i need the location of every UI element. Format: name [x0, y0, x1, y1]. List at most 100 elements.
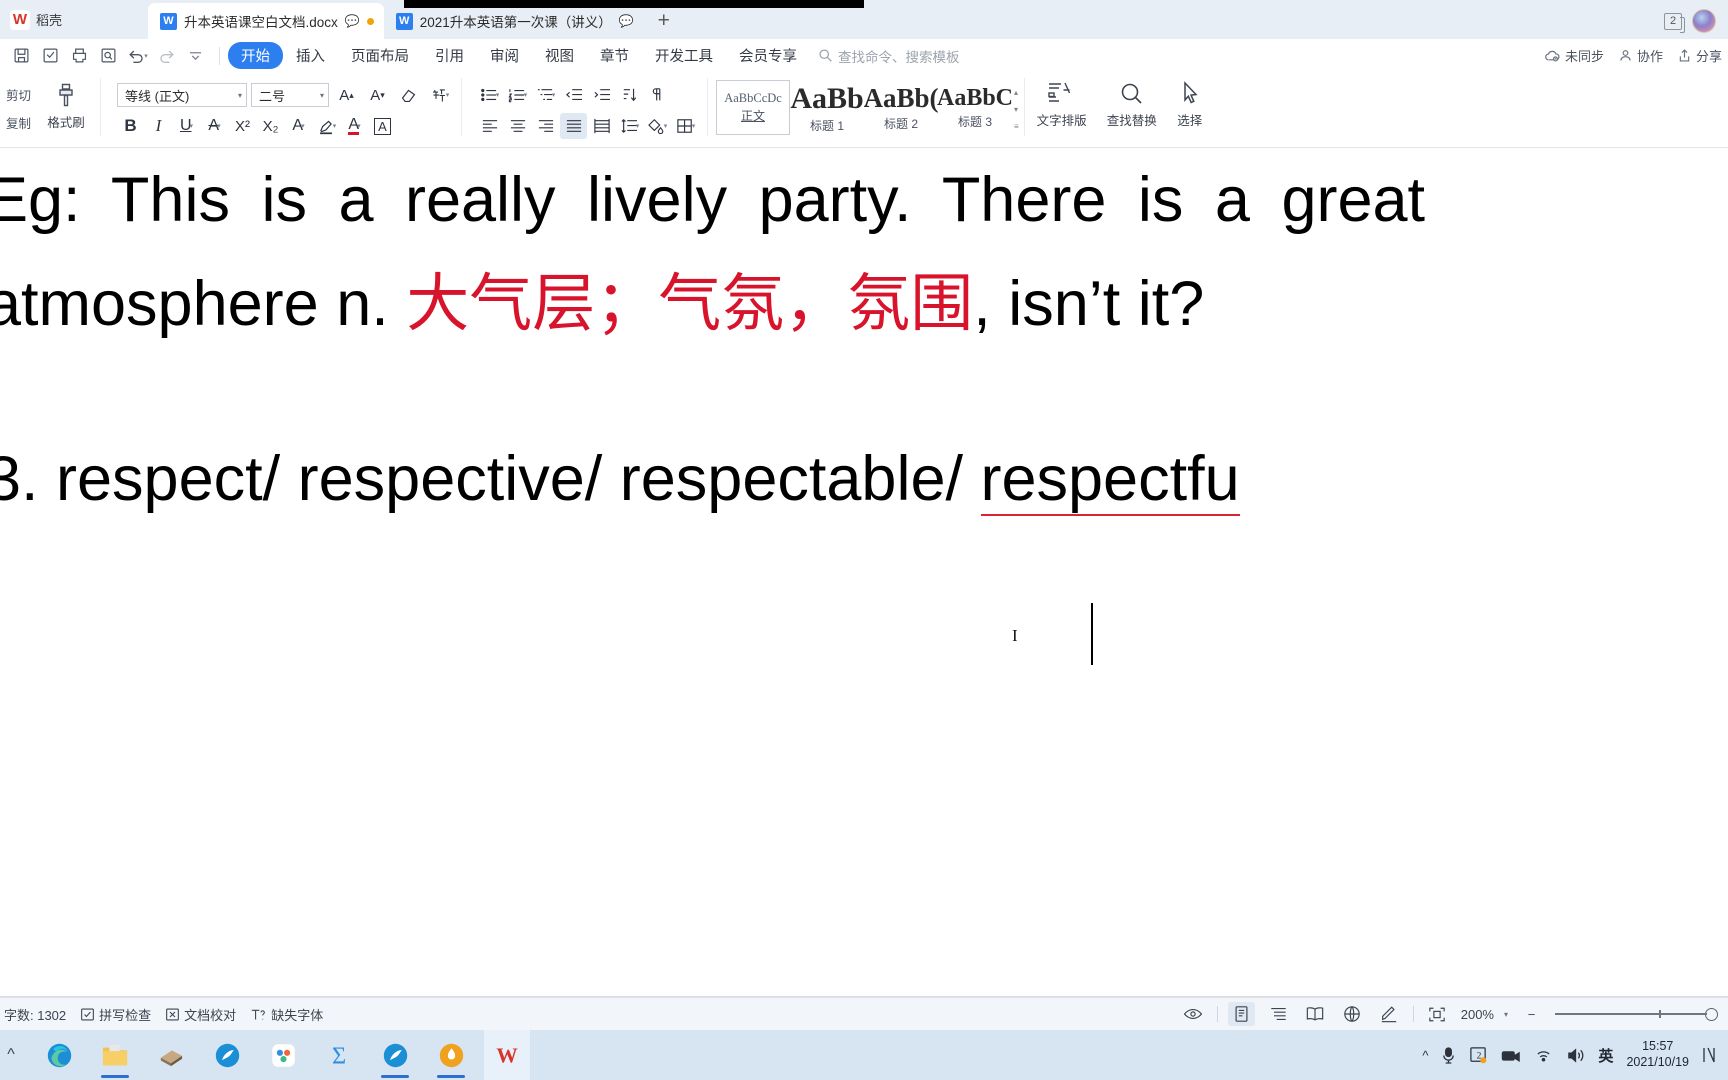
taskbar-app-mathtype[interactable]: Σ: [316, 1030, 362, 1080]
sync-status[interactable]: 未同步: [1544, 46, 1604, 65]
camera-icon[interactable]: [1501, 1048, 1521, 1063]
fontcolor-dropdown-caret-icon[interactable]: ▾: [357, 122, 361, 130]
redo-icon[interactable]: [153, 43, 180, 69]
taskbar-app-file-explorer[interactable]: [92, 1030, 138, 1080]
save-icon[interactable]: [8, 43, 35, 69]
page-view-icon[interactable]: [1227, 1002, 1255, 1026]
highlight-button[interactable]: ▾: [313, 113, 340, 139]
align-center-button[interactable]: [504, 113, 531, 139]
bullets-button[interactable]: ▾: [476, 82, 503, 108]
numbering-button[interactable]: ▾: [504, 82, 531, 108]
undo-dropdown-caret-icon[interactable]: ▾: [144, 52, 148, 60]
style-heading-3[interactable]: AaBbC 标题 3: [937, 80, 1013, 135]
undo-icon[interactable]: ▾: [124, 43, 151, 69]
document-canvas[interactable]: Eg: This is a really lively party. There…: [0, 148, 1728, 997]
tab-comment-icon[interactable]: 💬: [345, 14, 360, 28]
multilevel-caret-icon[interactable]: ▾: [552, 91, 556, 99]
focus-view-icon[interactable]: [1180, 1002, 1207, 1026]
zoom-slider-track[interactable]: [1555, 1010, 1707, 1019]
grow-font-icon[interactable]: A ▴: [333, 82, 360, 108]
tab-view[interactable]: 视图: [532, 42, 587, 69]
wifi-icon[interactable]: [1534, 1047, 1553, 1063]
zoom-out-button[interactable]: −: [1518, 1002, 1545, 1026]
word-count[interactable]: 字数: 1302: [4, 1005, 66, 1024]
start-chevron-icon[interactable]: ^: [0, 1046, 22, 1064]
customize-qat-icon[interactable]: [182, 43, 209, 69]
align-right-button[interactable]: [532, 113, 559, 139]
chevron-down-icon-2[interactable]: ▾: [320, 91, 324, 100]
window-count-badge[interactable]: 2: [1664, 12, 1685, 33]
bullets-caret-icon[interactable]: ▾: [496, 91, 500, 99]
strikethrough-button[interactable]: A ▾: [201, 113, 228, 139]
screenshot-icon[interactable]: 2: [1469, 1046, 1488, 1065]
style-heading-1[interactable]: AaBb 标题 1: [790, 80, 864, 135]
proofread-toggle[interactable]: 文档校对: [165, 1005, 236, 1024]
collaborate-button[interactable]: 协作: [1618, 46, 1663, 65]
font-color-button[interactable]: A ▾: [341, 113, 368, 139]
shading-button[interactable]: ▾: [644, 113, 671, 139]
tab-insert[interactable]: 插入: [283, 42, 338, 69]
effects-dropdown-caret-icon[interactable]: ▾: [301, 122, 305, 130]
share-button[interactable]: 分享: [1677, 46, 1722, 65]
annotate-view-icon[interactable]: [1376, 1002, 1403, 1026]
brand-area[interactable]: W 稻壳: [0, 0, 148, 39]
document-tab-2[interactable]: W 2021升本英语第一次课（讲义） 💬: [383, 3, 644, 39]
styles-scroll-down-icon[interactable]: ▾: [1014, 106, 1019, 114]
tray-expand-icon[interactable]: ^: [1422, 1048, 1428, 1063]
new-tab-button[interactable]: +: [644, 3, 684, 39]
spell-check-toggle[interactable]: 拼写检查: [80, 1005, 151, 1024]
clear-format-icon[interactable]: [395, 82, 422, 108]
cut-button[interactable]: 剪切: [6, 85, 38, 104]
bold-button[interactable]: B: [117, 113, 144, 139]
taskbar-app-qq[interactable]: [372, 1030, 418, 1080]
notification-center-icon[interactable]: [1702, 1046, 1716, 1064]
tab-comment-icon-2[interactable]: 💬: [619, 14, 634, 28]
font-name-input[interactable]: 等线 (正文) ▾: [117, 83, 247, 107]
pinyin-guide-icon[interactable]: ▾: [426, 82, 453, 108]
zoom-dropdown-caret-icon[interactable]: ▾: [1504, 1010, 1508, 1019]
find-replace-button[interactable]: 查找替换: [1097, 72, 1167, 129]
web-view-icon[interactable]: [1339, 1002, 1366, 1026]
print-icon[interactable]: [66, 43, 93, 69]
text-typeset-button[interactable]: 文字排版: [1027, 72, 1097, 129]
tab-review[interactable]: 审阅: [477, 42, 532, 69]
shading-caret-icon[interactable]: ▾: [664, 122, 668, 130]
taskbar-app-storage[interactable]: [148, 1030, 194, 1080]
zoom-level-label[interactable]: 200%: [1461, 1007, 1494, 1022]
save-as-icon[interactable]: [37, 43, 64, 69]
microphone-icon[interactable]: [1441, 1046, 1456, 1065]
highlight-dropdown-caret-icon[interactable]: ▾: [333, 122, 337, 130]
decrease-indent-button[interactable]: [560, 82, 587, 108]
taskbar-app-5[interactable]: [260, 1030, 306, 1080]
underline-button[interactable]: U ▾: [173, 113, 200, 139]
borders-button[interactable]: ▾: [672, 113, 699, 139]
superscript-button[interactable]: X²: [229, 113, 256, 139]
line-spacing-button[interactable]: ▾: [616, 113, 643, 139]
borders-caret-icon[interactable]: ▾: [692, 122, 696, 130]
tab-member-exclusive[interactable]: 会员专享: [726, 42, 810, 69]
tab-start[interactable]: 开始: [228, 42, 283, 69]
command-search[interactable]: 查找命令、搜索模板: [818, 46, 960, 66]
zoom-slider[interactable]: [1555, 1007, 1718, 1021]
select-button[interactable]: 选择: [1167, 72, 1213, 129]
italic-button[interactable]: I: [145, 113, 172, 139]
sort-button[interactable]: [616, 82, 643, 108]
increase-indent-button[interactable]: [588, 82, 615, 108]
text-effects-button[interactable]: A ▾: [285, 113, 312, 139]
font-size-input[interactable]: 二号 ▾: [251, 83, 329, 107]
missing-font-notice[interactable]: 缺失字体: [250, 1005, 323, 1024]
clock[interactable]: 15:57 2021/10/19: [1626, 1039, 1689, 1070]
show-marks-button[interactable]: [644, 82, 671, 108]
linespacing-caret-icon[interactable]: ▾: [636, 122, 640, 130]
underline-dropdown-caret-icon[interactable]: ▾: [190, 122, 194, 130]
chevron-down-icon[interactable]: ▾: [238, 91, 242, 100]
subscript-button[interactable]: X₂: [257, 113, 284, 139]
shrink-font-icon[interactable]: A ▾: [364, 82, 391, 108]
reading-view-icon[interactable]: [1302, 1002, 1329, 1026]
volume-icon[interactable]: [1566, 1047, 1585, 1064]
character-border-button[interactable]: A: [369, 113, 396, 139]
style-heading-2[interactable]: AaBb( 标题 2: [864, 80, 939, 135]
numbering-caret-icon[interactable]: ▾: [524, 91, 528, 99]
taskbar-app-edge[interactable]: [36, 1030, 82, 1080]
avatar[interactable]: [1692, 9, 1716, 33]
